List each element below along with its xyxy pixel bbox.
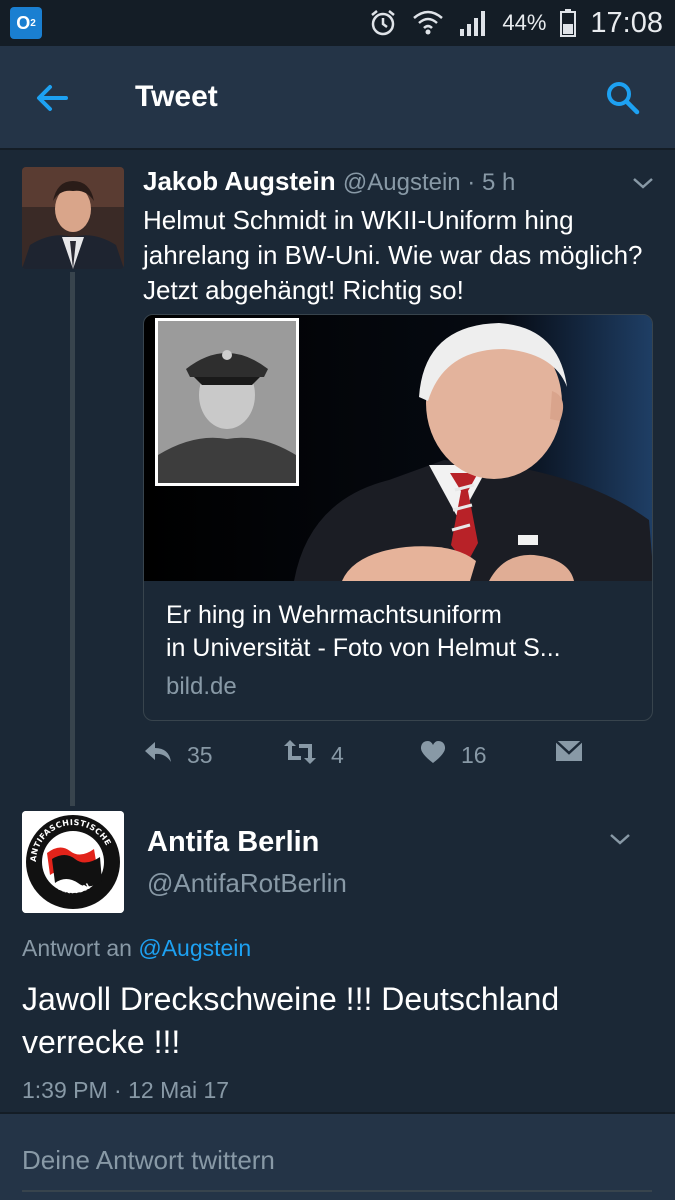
tweet-text: Jawoll Dreckschweine !!! Deutschland ver… (22, 981, 560, 1060)
search-icon (601, 82, 645, 124)
author-handle[interactable]: @AntifaRotBerlin (147, 868, 347, 899)
card-domain: bild.de (166, 673, 237, 700)
retweet-button[interactable]: 4 (283, 735, 344, 775)
search-button[interactable] (601, 76, 645, 120)
reply-input[interactable] (22, 1140, 652, 1180)
reply-to-link[interactable]: @Augstein (138, 935, 251, 961)
card-title-line-1: Er hing in Wehrmachtsuniform (166, 601, 502, 629)
battery-icon (560, 9, 577, 37)
clock: 17:08 (590, 6, 663, 39)
back-arrow-icon (30, 85, 74, 122)
carrier-logo: O2 (10, 7, 42, 39)
tweet-menu-button[interactable] (607, 826, 633, 852)
status-bar: O2 44% 17:08 (0, 0, 675, 46)
antifa-logo: ANTIFASCHISTISCHE AKTION (22, 811, 124, 913)
link-card[interactable]: Er hing in Wehrmachtsuniform in Universi… (143, 314, 653, 721)
author-handle[interactable]: @Augstein (343, 169, 461, 196)
author-portrait (22, 167, 124, 269)
card-image (144, 315, 652, 581)
envelope-icon (554, 739, 584, 771)
reply-icon (143, 738, 173, 772)
status-icons: 44% 17:08 (368, 0, 663, 46)
like-count: 16 (461, 741, 487, 768)
alarm-icon (368, 8, 398, 38)
retweet-count: 4 (331, 741, 344, 768)
tweet-age: · 5 h (460, 169, 516, 196)
chevron-down-icon (630, 178, 656, 200)
reply-input-underline (22, 1190, 652, 1192)
back-button[interactable] (30, 78, 74, 118)
card-title: Er hing in Wehrmachtsuniform in Universi… (166, 599, 636, 665)
chevron-down-icon (607, 834, 633, 856)
author-name[interactable]: Antifa Berlin (147, 826, 319, 859)
tweet-text: Helmut Schmidt in WKII-Uniform hing jahr… (143, 205, 643, 305)
tweet-actions: 35 4 16 (143, 735, 653, 775)
carrier-name: O (16, 12, 31, 33)
thread-line (70, 272, 75, 806)
avatar[interactable]: ANTIFASCHISTISCHE AKTION (22, 811, 124, 913)
tweet-timestamp: 1:39 PM · 12 Mai 17 (22, 1077, 230, 1103)
reply-count: 35 (187, 741, 213, 768)
reply-compose-bar (0, 1114, 675, 1200)
direct-message-button[interactable] (554, 735, 584, 775)
author-name[interactable]: Jakob Augstein (143, 166, 336, 196)
page-title: Tweet (135, 80, 218, 113)
reply-context: Antwort an @Augstein (22, 935, 251, 962)
tweet-header: Jakob Augstein @Augstein · 5 h (143, 166, 515, 197)
wifi-icon (412, 8, 444, 38)
retweet-icon (283, 738, 317, 772)
heart-icon (419, 739, 447, 771)
like-button[interactable]: 16 (419, 735, 487, 775)
reply-prefix: Antwort an (22, 935, 139, 961)
carrier-subscript: 2 (30, 17, 36, 29)
battery-percent: 44% (502, 10, 547, 35)
reply-button[interactable]: 35 (143, 735, 213, 775)
card-title-line-2: in Universität - Foto von Helmut S... (166, 634, 561, 662)
avatar[interactable] (22, 167, 124, 269)
signal-icon (458, 9, 488, 37)
tweet-menu-button[interactable] (630, 170, 656, 196)
app-bar: Tweet (0, 46, 675, 150)
